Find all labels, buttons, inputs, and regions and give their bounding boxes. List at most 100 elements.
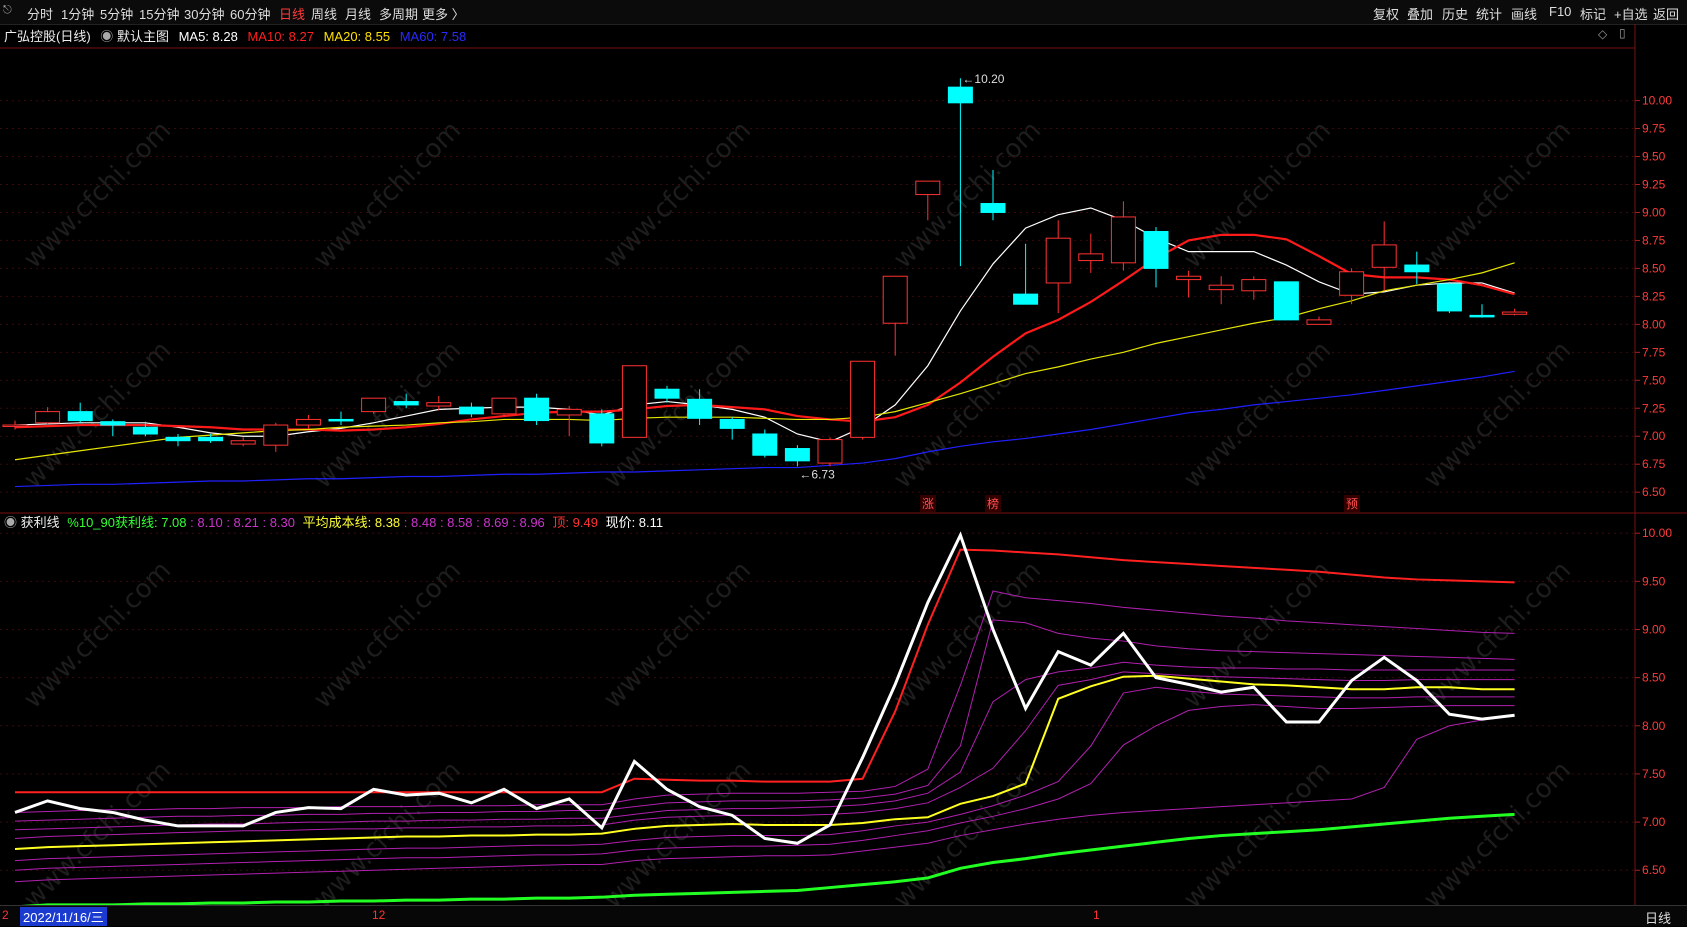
axis-tick-label: 7.00: [1642, 429, 1666, 443]
circle-chevron-icon[interactable]: ◉: [100, 29, 113, 44]
axis-tick-label: 9.25: [1642, 177, 1666, 191]
candle-body: [654, 388, 680, 399]
candle-body: [1143, 230, 1169, 269]
indicator-value: 顶: 9.49: [552, 515, 598, 530]
profit-line-series: [14, 531, 1515, 909]
sub-series-line: [14, 686, 1515, 862]
candle-body: [784, 448, 810, 462]
axis-tick-label: 9.75: [1642, 122, 1666, 136]
status-bar: 2 2022/11/16/三 12 1 日线: [0, 905, 1687, 926]
candle-body: [589, 413, 615, 444]
candle-body: [165, 436, 191, 442]
axis-tick-label: 9.50: [1642, 150, 1666, 164]
cursor-date: 2022/11/16/三: [20, 907, 107, 926]
candle-body: [230, 440, 256, 445]
diamond-icon[interactable]: ◇: [1598, 27, 1607, 41]
rank-marker[interactable]: 榜: [985, 495, 1002, 512]
candle-body: [556, 408, 582, 416]
indicator-value: : 8.69: [476, 515, 509, 530]
axis-tick-label: 10.00: [1642, 94, 1672, 108]
candle-body: [1208, 284, 1234, 291]
sub-series-line: [14, 674, 1515, 851]
candle-body: [1013, 293, 1039, 305]
indicator-value: : 8.48: [403, 515, 437, 530]
chart-canvas[interactable]: 6.50 6.75 7.00 7.25 7.50 7.75 8.00 8.25 8.50 8.75…: [0, 0, 1687, 925]
indicator-title: 获利线: [20, 515, 60, 530]
high-price-label: ←10.20: [962, 72, 1004, 86]
candle-body: [915, 180, 941, 196]
axis-tick-label: 6.50: [1642, 485, 1666, 499]
series-line-ma5: [14, 207, 1515, 443]
candle-body: [132, 426, 158, 435]
axis-tick-label: 8.50: [1642, 261, 1666, 275]
stock-title: 广弘控股(日线): [4, 29, 91, 44]
candle-body: [752, 433, 778, 456]
candle-body: [263, 424, 289, 446]
low-price-label: ←6.73: [799, 467, 835, 481]
axis-tick-label: 9.50: [1642, 574, 1666, 588]
indicator-value: : 8.96: [512, 515, 545, 530]
axis-tick-label: 6.50: [1642, 863, 1666, 877]
panel-toggle-icon[interactable]: ▯: [1619, 26, 1626, 40]
sub-series-line: [14, 671, 1515, 839]
axis-tick-label: 7.25: [1642, 401, 1666, 415]
indicator-value: : 8.10: [190, 515, 223, 530]
axis-tick-label: 7.75: [1642, 345, 1666, 359]
candle-body: [850, 360, 876, 438]
sub-legend: ◉ 获利线 %10_90获利线: 7.08 : 8.10 : 8.21 : 8.…: [4, 512, 663, 531]
indicator-value: 平均成本线: 8.38: [302, 515, 401, 530]
candle-body: [719, 418, 745, 429]
candle-body: [687, 398, 713, 419]
circle-chevron-icon[interactable]: ◉: [4, 515, 17, 530]
candle-body: [621, 365, 647, 438]
candle-body: [458, 406, 484, 415]
ma5-legend: MA5: 8.28: [178, 29, 238, 44]
candle-body: [882, 275, 908, 324]
forecast-marker[interactable]: 预: [1344, 495, 1361, 512]
candle-body: [1273, 281, 1299, 321]
axis-tick-label: 8.50: [1642, 671, 1666, 685]
candle-body: [393, 401, 419, 406]
candlestick-series: [2, 78, 1528, 467]
candle-body: [1110, 216, 1136, 264]
candle-body: [1469, 314, 1495, 318]
sub-series-line: [14, 812, 1515, 909]
month-marker: 1: [1093, 908, 1100, 922]
candle-body: [980, 203, 1006, 213]
limit-up-marker[interactable]: 涨: [920, 495, 937, 512]
candle-body: [1241, 279, 1267, 292]
axis-tick-label: 8.75: [1642, 233, 1666, 247]
candle-body: [2, 424, 28, 428]
candle-body: [817, 439, 843, 464]
sub-price-axis: 6.50 7.00 7.50 8.00 8.50 9.00 9.50 10.00: [1635, 526, 1672, 877]
candle-body: [1339, 271, 1365, 296]
candle-body: [67, 411, 93, 422]
axis-tick-label: 8.00: [1642, 719, 1666, 733]
sub-series-line: [14, 590, 1515, 813]
ma20-legend: MA20: 8.55: [323, 29, 391, 44]
candle-body: [524, 397, 550, 422]
candle-body: [426, 402, 452, 407]
candle-body: [295, 418, 321, 426]
candle-body: [1502, 311, 1528, 315]
indicator-value: 现价: 8.11: [605, 515, 664, 530]
scroll-marker: 2: [2, 908, 9, 922]
axis-tick-label: 8.00: [1642, 317, 1666, 331]
candle-body: [1306, 319, 1332, 325]
indicator-value: %10_90获利线: 7.08: [67, 515, 187, 530]
chart-mode[interactable]: 默认主图: [117, 29, 169, 44]
candle-body: [328, 418, 354, 422]
candle-body: [1371, 244, 1397, 268]
candle-body: [1045, 237, 1071, 284]
main-legend: 广弘控股(日线) ◉ 默认主图 MA5: 8.28 MA10: 8.27 MA2…: [4, 26, 466, 45]
period-indicator[interactable]: 日线: [1645, 908, 1671, 927]
candle-body: [491, 397, 517, 415]
axis-tick-label: 7.50: [1642, 767, 1666, 781]
ma10-legend: MA10: 8.27: [247, 29, 314, 44]
axis-tick-label: 6.75: [1642, 457, 1666, 471]
candle-body: [198, 436, 224, 442]
axis-tick-label: 8.25: [1642, 289, 1666, 303]
sub-series-line: [14, 704, 1515, 871]
candle-body: [35, 411, 61, 424]
candle-body: [100, 421, 126, 426]
